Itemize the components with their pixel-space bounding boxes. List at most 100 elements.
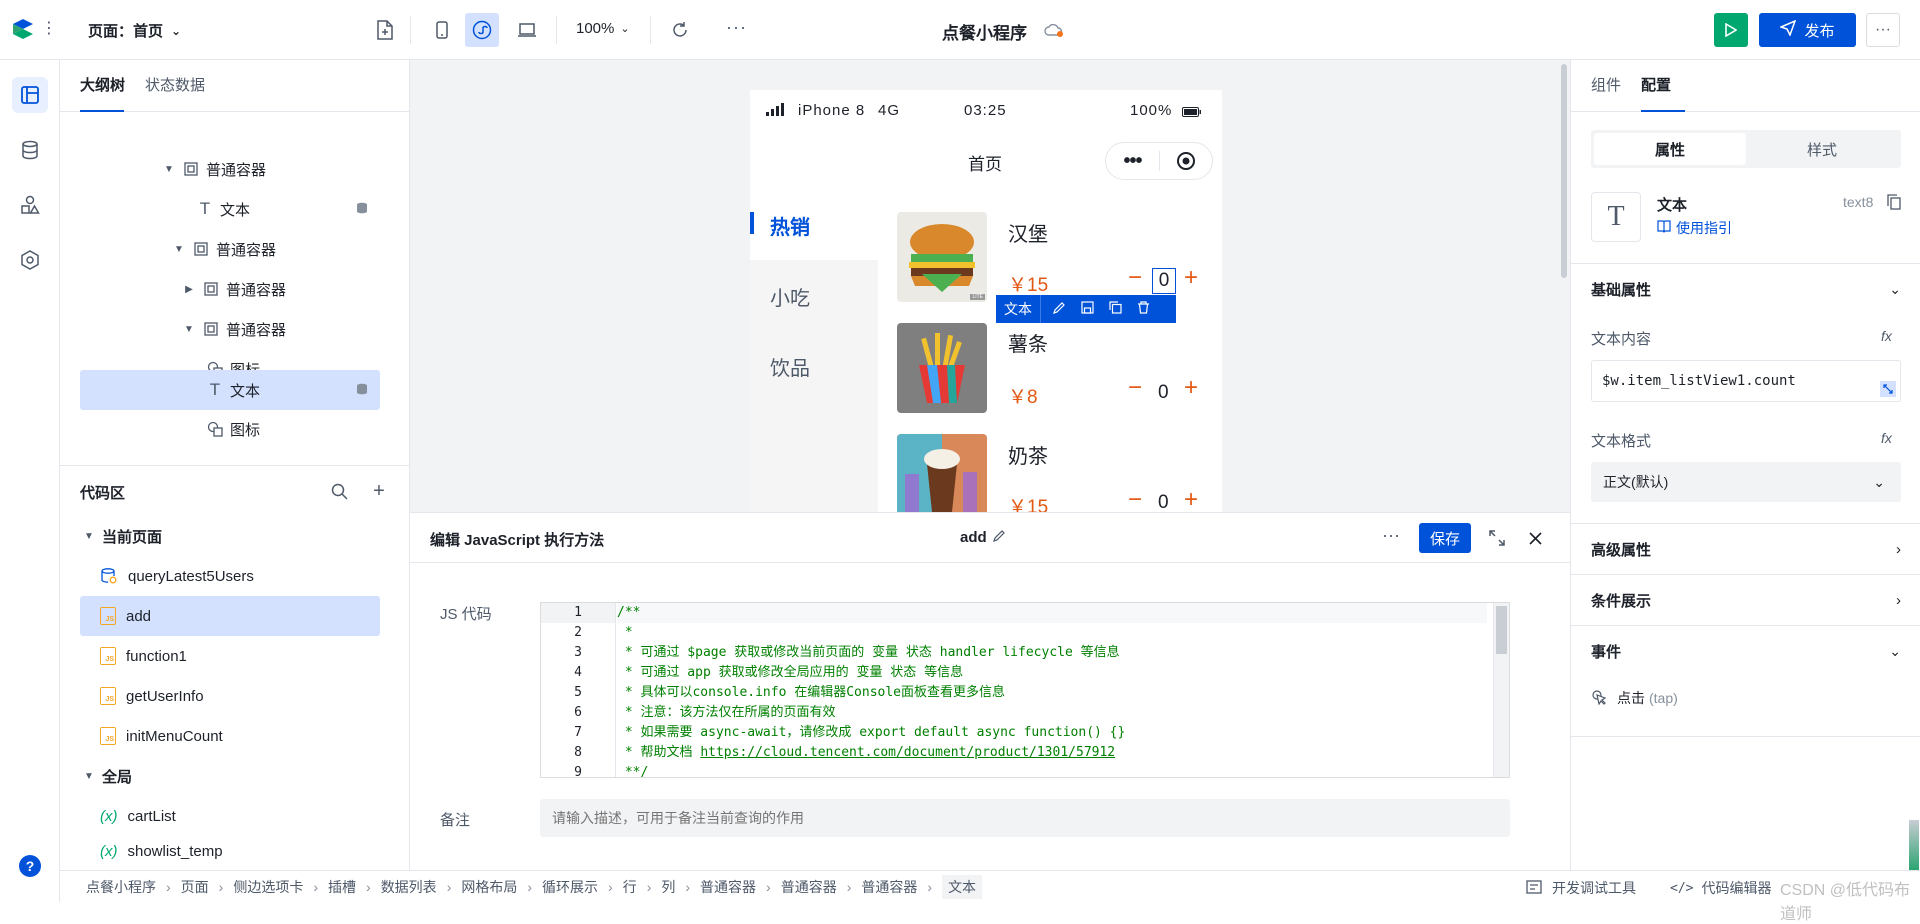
scrollbar-thumb[interactable] — [1496, 606, 1507, 654]
breadcrumb-item[interactable]: 普通容器 — [861, 877, 917, 897]
save-button[interactable]: 保存 — [1419, 523, 1471, 553]
tab-components[interactable]: 组件 — [1591, 60, 1631, 112]
tree-node[interactable]: ▼ 普通容器 — [80, 149, 380, 189]
add-icon[interactable]: + — [368, 480, 390, 502]
delete-icon[interactable] — [1137, 301, 1153, 317]
tree-node[interactable]: ▼ 普通容器 — [80, 309, 380, 349]
more-options-button[interactable]: ··· — [1866, 13, 1900, 47]
section-advanced[interactable]: 高级属性 › — [1591, 524, 1901, 574]
capsule-menu[interactable]: ••• — [1105, 142, 1213, 180]
tab-outline-tree[interactable]: 大纲树 — [80, 60, 135, 112]
breadcrumb-item[interactable]: 插槽 — [328, 877, 356, 897]
minus-icon[interactable]: − — [1128, 374, 1142, 402]
section-conditional[interactable]: 条件展示 › — [1591, 575, 1901, 625]
breadcrumb-item[interactable]: 文本 — [942, 874, 983, 899]
text-format-select[interactable]: 正文(默认) ⌄ — [1591, 462, 1901, 502]
preview-button[interactable] — [1714, 13, 1748, 47]
breadcrumb-item[interactable]: 网格布局 — [461, 877, 517, 897]
breadcrumb-item[interactable]: 数据列表 — [381, 877, 437, 897]
tab-config[interactable]: 配置 — [1641, 60, 1686, 112]
zoom-selector[interactable]: 100% ⌄ — [576, 20, 630, 37]
more-horizontal-icon[interactable]: ··· — [1382, 525, 1400, 546]
breadcrumb-item[interactable]: 普通容器 — [700, 877, 756, 897]
category-active[interactable]: 热销 — [750, 190, 878, 260]
tree-node[interactable]: ▶ 普通容器 — [80, 269, 380, 309]
fx-icon[interactable]: fx — [1881, 430, 1892, 446]
breadcrumb-item[interactable]: 侧边选项卡 — [233, 877, 303, 897]
code-item[interactable]: JS getUserInfo — [80, 676, 380, 716]
event-tap-row[interactable]: 点击 (tap) — [1591, 688, 1678, 708]
tree-node[interactable]: T 文本 — [80, 189, 380, 229]
breadcrumb-item[interactable]: 行 — [623, 877, 637, 897]
caret-down-icon[interactable]: ▼ — [162, 164, 176, 175]
plus-icon[interactable]: + — [1184, 264, 1198, 292]
breadcrumb-item[interactable]: 列 — [661, 877, 675, 897]
more-horizontal-icon[interactable]: ··· — [726, 17, 747, 38]
mobile-view-icon[interactable] — [425, 13, 459, 47]
code-editor[interactable]: 1 2 3 4 5 6 7 8 9 /** * * 可通过 $page 获取或修… — [540, 602, 1510, 778]
code-item[interactable]: (x) cartList — [80, 796, 380, 836]
components-icon[interactable] — [12, 187, 48, 223]
guide-link[interactable]: 使用指引 — [1657, 218, 1732, 238]
minus-icon[interactable]: − — [1128, 486, 1142, 512]
segment-properties[interactable]: 属性 — [1594, 133, 1746, 165]
breadcrumb-item[interactable]: 普通容器 — [781, 877, 837, 897]
help-icon[interactable]: ? — [19, 855, 41, 877]
section-events[interactable]: 事件 ⌄ — [1591, 626, 1901, 676]
fx-icon[interactable]: fx — [1881, 328, 1892, 344]
caret-down-icon[interactable]: ▼ — [182, 324, 196, 335]
edit-icon[interactable] — [1053, 301, 1069, 317]
tree-node[interactable]: ▼ 普通容器 — [80, 229, 380, 269]
category-label[interactable]: 小吃 — [770, 282, 810, 311]
editor-scrollbar[interactable] — [1493, 603, 1509, 777]
save-icon[interactable] — [1081, 301, 1097, 317]
minus-icon[interactable]: − — [1128, 264, 1142, 292]
count-selected-text[interactable]: 0 — [1152, 268, 1176, 294]
breadcrumb-item[interactable]: 点餐小程序 — [86, 877, 156, 897]
group-current-page[interactable]: ▼ 当前页面 — [80, 516, 380, 556]
settings-icon[interactable] — [12, 242, 48, 278]
code-item-selected[interactable]: JS add — [80, 596, 380, 636]
note-input[interactable] — [540, 799, 1510, 837]
more-vertical-icon[interactable]: ⋮ — [41, 20, 57, 38]
close-target-icon[interactable] — [1160, 151, 1212, 171]
search-icon[interactable] — [328, 480, 350, 502]
caret-right-icon[interactable]: ▶ — [182, 284, 196, 295]
group-global[interactable]: ▼ 全局 — [80, 756, 380, 796]
app-logo-icon[interactable] — [10, 16, 36, 42]
dev-tools-button[interactable]: 开发调试工具 — [1526, 878, 1636, 898]
help-doc-link[interactable]: https://cloud.tencent.com/document/produ… — [700, 745, 1115, 760]
plus-icon[interactable]: + — [1184, 374, 1198, 402]
segment-styles[interactable]: 样式 — [1746, 133, 1898, 165]
database-icon[interactable] — [12, 132, 48, 168]
refresh-icon[interactable] — [668, 18, 692, 42]
add-page-icon[interactable] — [373, 18, 397, 42]
tab-state-data[interactable]: 状态数据 — [145, 60, 215, 112]
code-item[interactable]: queryLatest5Users — [80, 556, 380, 596]
canvas-scrollbar[interactable] — [1561, 64, 1567, 278]
more-dots-icon[interactable]: ••• — [1106, 150, 1159, 173]
category-label[interactable]: 饮品 — [770, 352, 810, 381]
breadcrumb-item[interactable]: 循环展示 — [542, 877, 598, 897]
code-item[interactable]: JS function1 — [80, 636, 380, 676]
plus-icon[interactable]: + — [1184, 486, 1198, 512]
publish-button[interactable]: 发布 — [1759, 13, 1856, 47]
method-name[interactable]: add — [960, 529, 1006, 546]
expand-icon[interactable] — [1486, 527, 1508, 549]
section-basic-props[interactable]: 基础属性 ⌄ — [1591, 264, 1901, 314]
desktop-view-icon[interactable] — [510, 13, 544, 47]
miniprogram-view-icon[interactable] — [465, 13, 499, 47]
edit-pencil-icon[interactable] — [992, 529, 1006, 546]
outline-panel-icon[interactable] — [12, 77, 48, 113]
caret-down-icon[interactable]: ▼ — [172, 244, 186, 255]
close-icon[interactable] — [1524, 527, 1546, 549]
code-editor-button[interactable]: </> 代码编辑器 — [1670, 878, 1771, 898]
code-item[interactable]: JS initMenuCount — [80, 716, 380, 756]
bind-expand-icon[interactable] — [1880, 381, 1896, 397]
tree-node-selected[interactable]: T 文本 — [80, 370, 380, 410]
code-item[interactable]: (x) showlist_temp — [80, 836, 380, 866]
tree-node[interactable]: 图标 — [80, 409, 380, 449]
text-content-input[interactable]: $w.item_listView1.count — [1591, 360, 1901, 402]
breadcrumb-item[interactable]: 页面 — [181, 877, 209, 897]
copy-icon[interactable] — [1887, 194, 1901, 214]
